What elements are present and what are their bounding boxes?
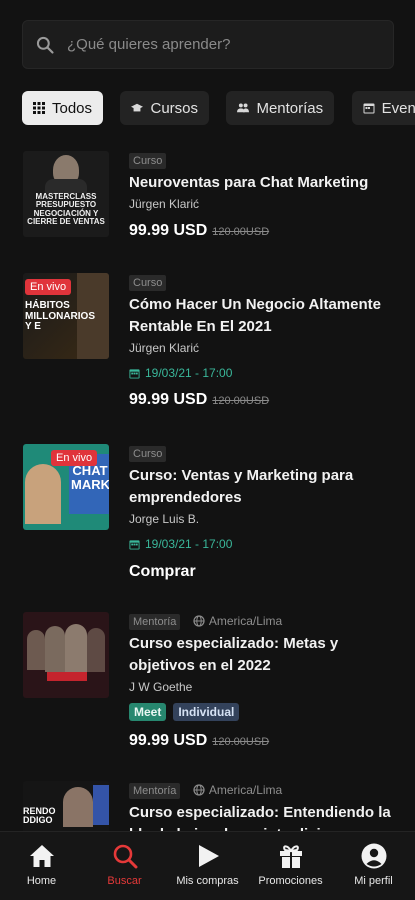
chip-label: Even bbox=[381, 99, 415, 117]
old-price: 120.00USD bbox=[212, 395, 270, 407]
globe-icon bbox=[193, 615, 205, 627]
meet-badge: Meet bbox=[129, 703, 167, 721]
item-title[interactable]: Curso especializado: Entendiendo la bloc… bbox=[129, 802, 399, 831]
buy-button[interactable]: Comprar bbox=[129, 563, 399, 581]
home-icon bbox=[29, 845, 54, 867]
calendar-icon bbox=[129, 539, 140, 550]
type-tag: Mentoría bbox=[129, 614, 181, 630]
nav-mis-compras[interactable]: Mis compras bbox=[166, 832, 249, 900]
chip-cursos[interactable]: Cursos bbox=[120, 91, 209, 125]
live-badge: En vivo bbox=[25, 279, 72, 295]
timezone: America/Lima bbox=[193, 783, 282, 797]
type-tag: Curso bbox=[129, 275, 167, 291]
date-text: 19/03/21 - 17:00 bbox=[145, 366, 233, 380]
item-author: Jürgen Klarić bbox=[129, 197, 200, 211]
filter-chips: Todos Cursos Mentorías Even bbox=[22, 91, 415, 125]
gift-icon bbox=[279, 845, 302, 868]
type-tag: Mentoría bbox=[129, 783, 181, 799]
course-thumbnail: RENDO DDIGO bbox=[23, 781, 109, 831]
item-title[interactable]: Curso especializado: Metas y objetivos e… bbox=[129, 633, 399, 677]
date-text: 19/03/21 - 17:00 bbox=[145, 537, 233, 551]
price: 99.99 USD 120.00USD bbox=[129, 732, 399, 750]
thumbnail-text: MASTERCLASS PRESUPUESTO NEGOCIACIÓN Y CI… bbox=[27, 192, 105, 227]
timezone-text: America/Lima bbox=[208, 613, 283, 628]
thumbnail-text: RENDO DDIGO bbox=[23, 806, 56, 826]
calendar-icon bbox=[129, 368, 140, 379]
item-author: Jorge Luis B. bbox=[129, 512, 200, 526]
nav-buscar[interactable]: Buscar bbox=[83, 832, 166, 900]
profile-icon bbox=[361, 843, 386, 869]
chip-label: Todos bbox=[52, 99, 93, 117]
price: 99.99 USD 120.00USD bbox=[129, 391, 399, 409]
nav-label: Home bbox=[26, 875, 57, 887]
course-thumbnail: HÁBITOS MILLONARIOS Y E En vivo bbox=[23, 273, 109, 359]
grid-icon bbox=[33, 102, 45, 114]
current-price: 99.99 USD bbox=[129, 391, 208, 408]
item-title[interactable]: Cómo Hacer Un Negocio Altamente Rentable… bbox=[129, 294, 399, 338]
timezone: America/Lima bbox=[193, 614, 282, 628]
current-price: 99.99 USD bbox=[129, 732, 208, 749]
people-icon bbox=[237, 103, 250, 113]
type-tag: Curso bbox=[129, 153, 167, 169]
cap-icon bbox=[131, 103, 144, 112]
item-title[interactable]: Curso: Ventas y Marketing para emprended… bbox=[129, 465, 399, 509]
nav-mi-perfil[interactable]: Mi perfil bbox=[332, 832, 415, 900]
chip-eventos[interactable]: Even bbox=[351, 91, 415, 125]
course-thumbnail: CHAT MARKE En vivo bbox=[23, 444, 109, 530]
nav-home[interactable]: Home bbox=[0, 832, 83, 900]
calendar-icon bbox=[363, 103, 375, 114]
chip-todos[interactable]: Todos bbox=[22, 91, 104, 125]
timezone-text: America/Lima bbox=[208, 782, 283, 797]
nav-label: Mis compras bbox=[176, 875, 239, 887]
search-bar[interactable] bbox=[22, 20, 394, 69]
search-input[interactable] bbox=[67, 36, 367, 53]
nav-label: Promociones bbox=[258, 875, 323, 887]
nav-label: Buscar bbox=[107, 875, 142, 887]
individual-badge: Individual bbox=[173, 703, 240, 721]
chip-label: Mentorías bbox=[256, 99, 324, 117]
search-icon bbox=[36, 36, 54, 54]
item-author: Jürgen Klarić bbox=[129, 341, 200, 355]
nav-label: Mi perfil bbox=[354, 875, 393, 887]
search-icon bbox=[113, 844, 137, 869]
old-price: 120.00USD bbox=[212, 226, 270, 238]
event-date: 19/03/21 - 17:00 bbox=[129, 366, 399, 380]
item-title[interactable]: Neuroventas para Chat Marketing bbox=[129, 172, 399, 194]
nav-promociones[interactable]: Promociones bbox=[249, 832, 332, 900]
item-author: J W Goethe bbox=[129, 680, 193, 694]
course-thumbnail: MASTERCLASS PRESUPUESTO NEGOCIACIÓN Y CI… bbox=[23, 151, 109, 237]
current-price: 99.99 USD bbox=[129, 222, 208, 239]
results-list: MASTERCLASS PRESUPUESTO NEGOCIACIÓN Y CI… bbox=[0, 145, 415, 831]
badges: Meet Individual bbox=[129, 703, 399, 721]
bottom-nav: Home Buscar Mis compras Promociones Mi p… bbox=[0, 831, 415, 900]
globe-icon bbox=[193, 784, 205, 796]
event-date: 19/03/21 - 17:00 bbox=[129, 537, 399, 551]
course-thumbnail bbox=[23, 612, 109, 698]
live-badge: En vivo bbox=[51, 450, 98, 466]
thumbnail-text: HÁBITOS MILLONARIOS Y E bbox=[25, 300, 95, 332]
chip-mentorias[interactable]: Mentorías bbox=[226, 91, 335, 125]
thumbnail-text: CHAT MARKE bbox=[71, 463, 109, 492]
type-tag: Curso bbox=[129, 446, 167, 462]
play-icon bbox=[198, 845, 219, 867]
price: 99.99 USD 120.00USD bbox=[129, 222, 399, 240]
old-price: 120.00USD bbox=[212, 736, 270, 748]
chip-label: Cursos bbox=[150, 99, 198, 117]
